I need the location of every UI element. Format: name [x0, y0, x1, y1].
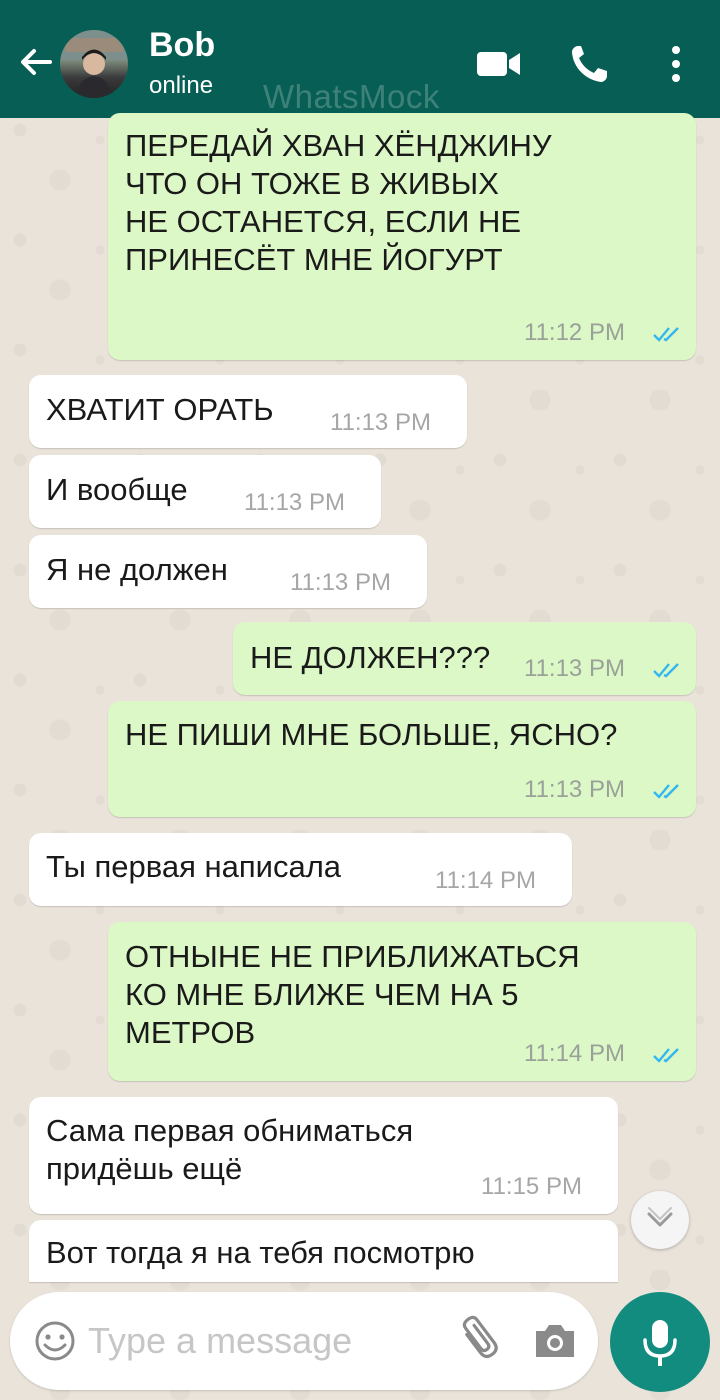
contact-name[interactable]: Bob — [149, 26, 215, 65]
message-bubble-outgoing[interactable]: ПЕРЕДАЙ ХВАН ХЁНДЖИНУ ЧТО ОН ТОЖЕ В ЖИВЫ… — [108, 113, 696, 360]
message-composer[interactable]: Type a message — [10, 1292, 598, 1390]
read-ticks-icon — [653, 663, 679, 678]
read-ticks-icon — [653, 1048, 679, 1063]
message-time: 11:14 PM — [524, 1040, 625, 1067]
message-time: 11:13 PM — [290, 569, 391, 596]
contact-avatar[interactable] — [60, 30, 128, 98]
message-text: Сама первая обниматься придёшь ещё — [46, 1113, 414, 1186]
attach-icon[interactable] — [450, 1314, 504, 1368]
message-text: ОТНЫНЕ НЕ ПРИБЛИЖАТЬСЯ КО МНЕ БЛИЖЕ ЧЕМ … — [125, 939, 580, 1050]
message-time: 11:13 PM — [244, 489, 345, 516]
voice-record-button[interactable] — [610, 1292, 710, 1392]
message-text: НЕ ПИШИ МНЕ БОЛЬШЕ, ЯСНО? — [125, 717, 618, 752]
avatar-photo — [60, 30, 128, 98]
emoji-icon[interactable] — [32, 1318, 78, 1364]
message-text: НЕ ДОЛЖЕН??? — [250, 640, 491, 675]
message-bubble-incoming[interactable]: Вот тогда я на тебя посмотрю — [29, 1220, 618, 1282]
message-bubble-incoming[interactable]: Сама первая обниматься придёшь ещё 11:15… — [29, 1097, 618, 1214]
mic-icon — [643, 1320, 677, 1366]
phone-icon[interactable] — [566, 42, 614, 86]
message-time: 11:15 PM — [481, 1173, 582, 1200]
message-bubble-incoming[interactable]: Ты первая написала 11:14 PM — [29, 833, 572, 906]
message-time: 11:13 PM — [524, 776, 625, 803]
message-bubble-incoming[interactable]: Я не должен 11:13 PM — [29, 535, 427, 608]
message-input-placeholder[interactable]: Type a message — [88, 1320, 352, 1362]
message-time: 11:13 PM — [330, 409, 431, 436]
message-bubble-incoming[interactable]: И вообще 11:13 PM — [29, 455, 381, 528]
watermark: WhatsMock — [263, 78, 440, 115]
back-arrow-icon[interactable] — [14, 40, 58, 84]
read-ticks-icon — [653, 784, 679, 799]
chevron-down-icon — [647, 1207, 673, 1227]
more-options-icon[interactable] — [652, 42, 700, 86]
message-time: 11:12 PM — [524, 319, 625, 346]
message-bubble-outgoing[interactable]: НЕ ПИШИ МНЕ БОЛЬШЕ, ЯСНО? 11:13 PM — [108, 701, 696, 817]
camera-icon[interactable] — [530, 1316, 580, 1366]
read-ticks-icon — [653, 327, 679, 342]
message-text: И вообще — [46, 472, 188, 507]
scroll-to-bottom-button[interactable] — [631, 1191, 689, 1249]
message-text: Ты первая написала — [46, 849, 342, 884]
chat-header: Bob online WhatsMock — [0, 0, 720, 118]
message-text: ХВАТИТ ОРАТЬ — [46, 392, 274, 427]
message-time: 11:13 PM — [524, 655, 625, 682]
message-text: Я не должен — [46, 552, 228, 587]
message-bubble-outgoing[interactable]: ОТНЫНЕ НЕ ПРИБЛИЖАТЬСЯ КО МНЕ БЛИЖЕ ЧЕМ … — [108, 922, 696, 1081]
message-text: Вот тогда я на тебя посмотрю — [46, 1235, 475, 1270]
message-text: ПЕРЕДАЙ ХВАН ХЁНДЖИНУ ЧТО ОН ТОЖЕ В ЖИВЫ… — [125, 128, 552, 277]
message-time: 11:14 PM — [435, 867, 536, 894]
video-call-icon[interactable] — [474, 42, 522, 86]
message-bubble-incoming[interactable]: ХВАТИТ ОРАТЬ 11:13 PM — [29, 375, 467, 448]
message-bubble-outgoing[interactable]: НЕ ДОЛЖЕН??? 11:13 PM — [233, 622, 696, 695]
contact-status: online — [149, 72, 214, 99]
